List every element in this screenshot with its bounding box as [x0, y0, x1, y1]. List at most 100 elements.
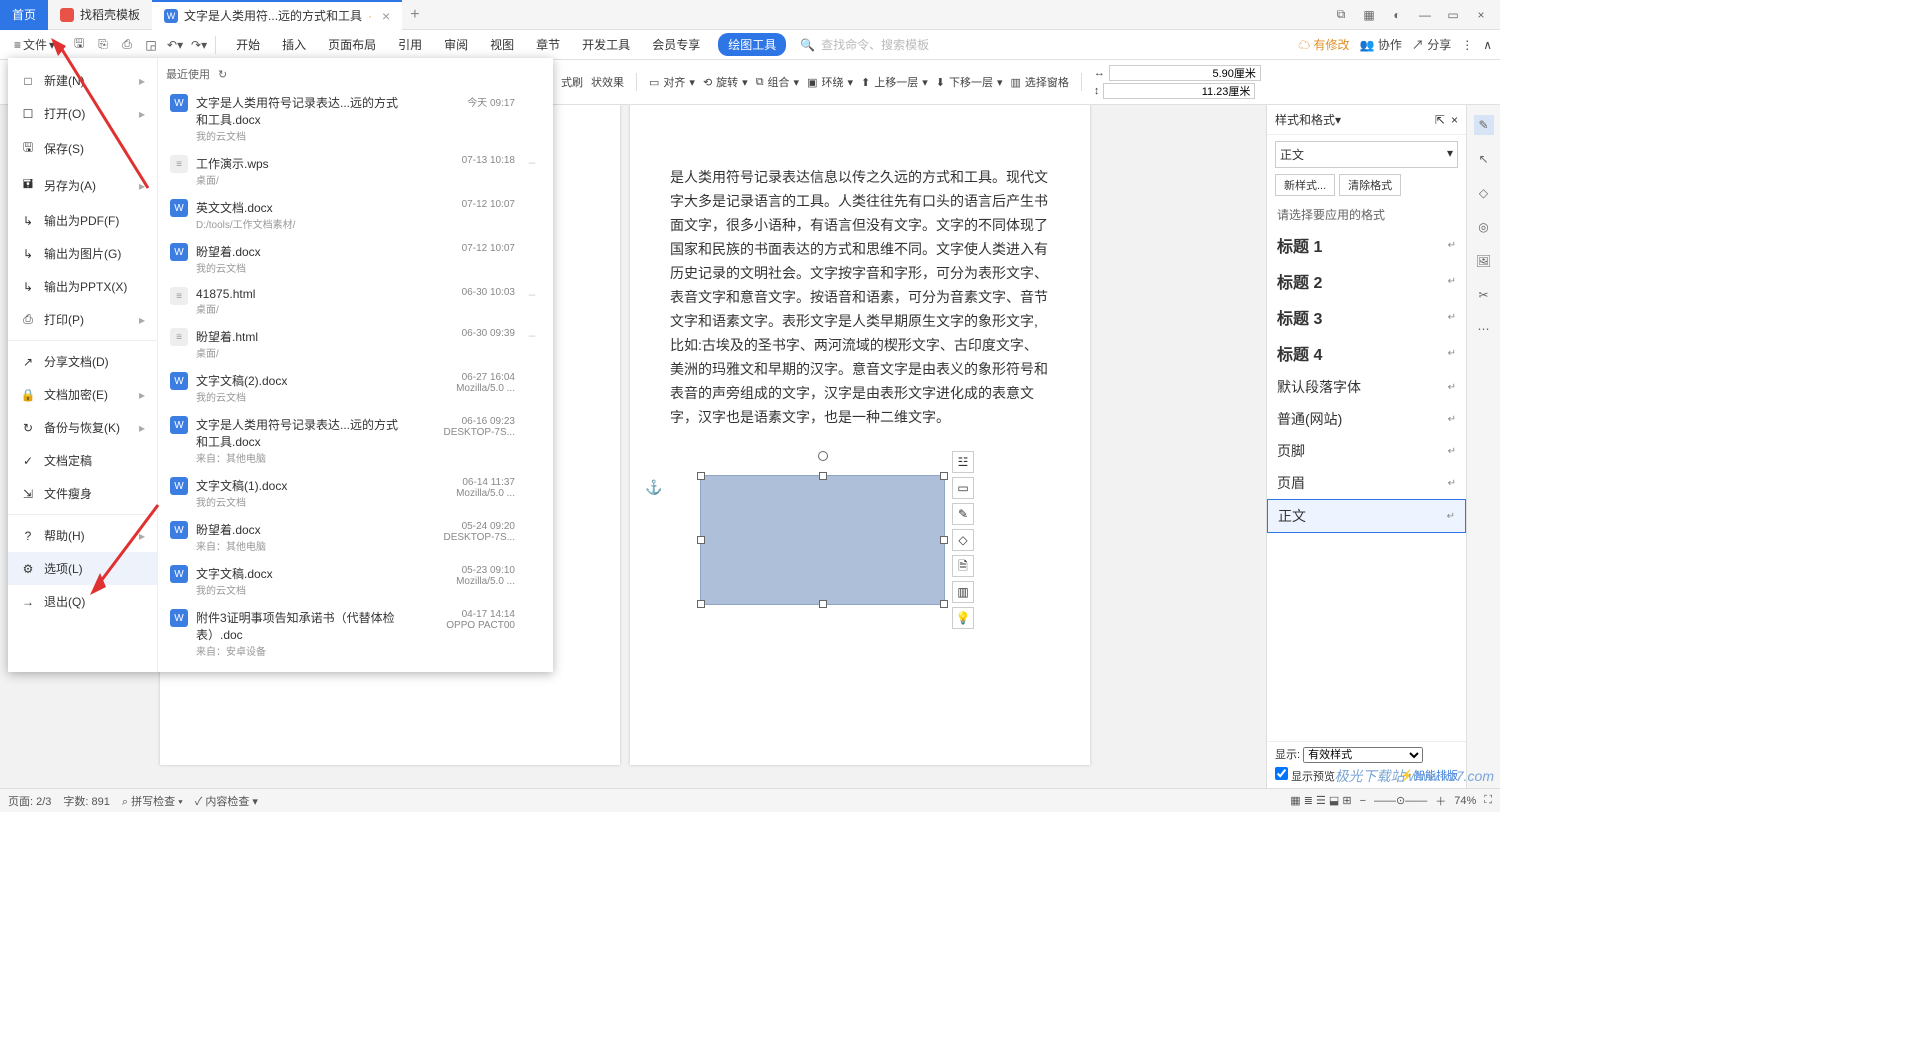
recent-file-item[interactable]: ≡ 盼望着.html桌面/ 06-30 09:39 – [166, 322, 545, 366]
pane-label[interactable]: 选择窗格 [1025, 74, 1069, 90]
handle-tl[interactable] [697, 472, 705, 480]
style-item[interactable]: 页脚↵ [1267, 435, 1466, 467]
down-icon[interactable]: ⬇ [936, 76, 945, 89]
zoom-value[interactable]: 74% [1454, 795, 1476, 807]
rotate-icon[interactable]: ⟲ [703, 76, 712, 89]
pane-icon[interactable]: ▥ [1011, 76, 1021, 89]
file-menu-item[interactable]: ↻备份与恢复(K)▸ [8, 411, 157, 444]
wrap-label[interactable]: 环绕 [821, 74, 843, 90]
style-item[interactable]: 标题 4↵ [1267, 335, 1466, 371]
show-select[interactable]: 有效样式 [1303, 747, 1423, 763]
recent-file-item[interactable]: W 文字文稿(2).docx我的云文档 06-27 16:04Mozilla/5… [166, 366, 545, 410]
user-icon[interactable]: ◐ [1386, 4, 1408, 26]
width-input[interactable] [1109, 65, 1261, 81]
tab-layout[interactable]: 页面布局 [324, 33, 380, 56]
tab-review[interactable]: 审阅 [440, 33, 472, 56]
recent-file-item[interactable]: W 文字是人类用符号记录表达...远的方式和工具.docx来自：其他电脑 06-… [166, 410, 545, 471]
tab-templates[interactable]: 找稻壳模板 [48, 0, 152, 30]
shape-tab-icon[interactable]: ◇ [1474, 183, 1494, 203]
group-icon[interactable]: ⧉ [756, 76, 764, 89]
tab-insert[interactable]: 插入 [278, 33, 310, 56]
tab-dev[interactable]: 开发工具 [578, 33, 634, 56]
style-item[interactable]: 正文↵ [1267, 499, 1466, 533]
file-menu-item[interactable]: ⎙打印(P)▸ [8, 303, 157, 336]
recent-file-item[interactable]: W 文字文稿(1).docx我的云文档 06-14 11:37Mozilla/5… [166, 471, 545, 515]
clear-format-button[interactable]: 清除格式 [1339, 174, 1401, 196]
up-icon[interactable]: ⬆ [861, 76, 870, 89]
file-menu-item[interactable]: 🔒文档加密(E)▸ [8, 378, 157, 411]
outline-icon[interactable]: ✎ [952, 503, 974, 525]
layout-icon[interactable]: ⧉ [1330, 4, 1352, 26]
maximize-button[interactable]: ▭ [1442, 4, 1464, 26]
tab-reference[interactable]: 引用 [394, 33, 426, 56]
style-item[interactable]: 页眉↵ [1267, 467, 1466, 499]
view-icons[interactable]: ▦ ≣ ☰ ⬓ ⊞ [1290, 794, 1351, 807]
recent-file-item[interactable]: W 附件3证明事项告知承诺书（代替体检表）.doc来自：安卓设备 04-17 1… [166, 603, 545, 664]
brush-tab-icon[interactable]: ✎ [1474, 115, 1494, 135]
new-style-button[interactable]: 新样式... [1275, 174, 1335, 196]
current-style-select[interactable]: 正文▾ [1275, 141, 1458, 168]
idea-icon[interactable]: 💡 [952, 607, 974, 629]
up-label[interactable]: 上移一层 [874, 74, 918, 90]
rotate-handle[interactable] [818, 451, 828, 461]
command-search[interactable]: 🔍 查找命令、搜索模板 [800, 36, 929, 53]
layout-options-icon[interactable]: ☳ [952, 451, 974, 473]
coop-button[interactable]: 👥 协作 [1360, 36, 1402, 53]
tab-start[interactable]: 开始 [232, 33, 264, 56]
refresh-icon[interactable]: ↻ [218, 68, 227, 81]
more-tab-icon[interactable]: ⋯ [1474, 319, 1494, 339]
recent-file-item[interactable]: W 文字文稿.docx我的云文档 05-23 09:10Mozilla/5.0 … [166, 559, 545, 603]
handle-br[interactable] [940, 600, 948, 608]
fill-icon[interactable]: ▭ [952, 477, 974, 499]
style-item[interactable]: 默认段落字体↵ [1267, 371, 1466, 403]
grid-icon[interactable]: ▦ [1358, 4, 1380, 26]
nav-tab-icon[interactable]: ◎ [1474, 217, 1494, 237]
more-shape-icon[interactable]: ▥ [952, 581, 974, 603]
file-menu-item[interactable]: ↳输出为图片(G) [8, 237, 157, 270]
recent-file-item[interactable]: ≡ 工作演示.wps桌面/ 07-13 10:18 – [166, 149, 545, 193]
tab-home[interactable]: 首页 [0, 0, 48, 30]
collapse-icon[interactable]: ∧ [1483, 38, 1492, 52]
close-icon[interactable]: × [382, 8, 390, 24]
word-count[interactable]: 字数: 891 [63, 793, 109, 809]
fit-icon[interactable]: ⛶ [1484, 794, 1492, 807]
more-icon[interactable]: ⋮ [1461, 38, 1473, 52]
tab-chapter[interactable]: 章节 [532, 33, 564, 56]
undo-icon[interactable]: ↶▾ [165, 35, 185, 55]
clip-tab-icon[interactable]: ✂ [1474, 285, 1494, 305]
down-label[interactable]: 下移一层 [949, 74, 993, 90]
handle-tm[interactable] [819, 472, 827, 480]
recent-file-item[interactable]: W 英文文档.docxD:/tools/工作文档素材/ 07-12 10:07 [166, 193, 545, 237]
file-menu-item[interactable]: ↳输出为PDF(F) [8, 204, 157, 237]
handle-mr[interactable] [940, 536, 948, 544]
handle-tr[interactable] [940, 472, 948, 480]
recent-file-item[interactable]: W 文字是人类用符号记录表达...远的方式和工具.docx我的云文档 今天 09… [166, 88, 545, 149]
tab-drawing[interactable]: 绘图工具 [718, 33, 786, 56]
close-panel-icon[interactable]: × [1451, 113, 1458, 127]
wrap-icon[interactable]: ▣ [807, 76, 817, 89]
file-menu-item[interactable]: ↳输出为PPTX(X) [8, 270, 157, 303]
handle-bm[interactable] [819, 600, 827, 608]
select-tab-icon[interactable]: ↖ [1474, 149, 1494, 169]
recent-file-item[interactable]: W 盼望着.docx来自：其他电脑 05-24 09:20DESKTOP-7S.… [166, 515, 545, 559]
selected-shape[interactable]: ☳ ▭ ✎ ◇ 🗎 ▥ 💡 [700, 475, 945, 605]
text-icon[interactable]: 🗎 [952, 555, 974, 577]
rotate-label[interactable]: 旋转 [716, 74, 738, 90]
recent-file-item[interactable]: ≡ 41875.html桌面/ 06-30 10:03 – [166, 281, 545, 322]
format-brush-label[interactable]: 式刷 [561, 74, 583, 90]
shape-effect-label[interactable]: 状效果 [591, 74, 624, 90]
zoom-in-button[interactable]: ＋ [1435, 793, 1446, 809]
align-icon[interactable]: ▭ [649, 76, 659, 89]
minimize-button[interactable]: — [1414, 4, 1436, 26]
file-menu-item[interactable]: ↗分享文档(D) [8, 345, 157, 378]
unsaved-badge[interactable]: ☁ 有修改 [1298, 36, 1349, 53]
file-menu-item[interactable]: ✓文档定稿 [8, 444, 157, 477]
handle-ml[interactable] [697, 536, 705, 544]
style-item[interactable]: 标题 3↵ [1267, 299, 1466, 335]
spellcheck-button[interactable]: 拼写检查 [131, 796, 175, 808]
shape-icon[interactable]: ◇ [952, 529, 974, 551]
style-item[interactable]: 标题 1↵ [1267, 227, 1466, 263]
new-tab-button[interactable]: + [402, 6, 427, 24]
align-label[interactable]: 对齐 [663, 74, 685, 90]
group-label[interactable]: 组合 [768, 74, 790, 90]
